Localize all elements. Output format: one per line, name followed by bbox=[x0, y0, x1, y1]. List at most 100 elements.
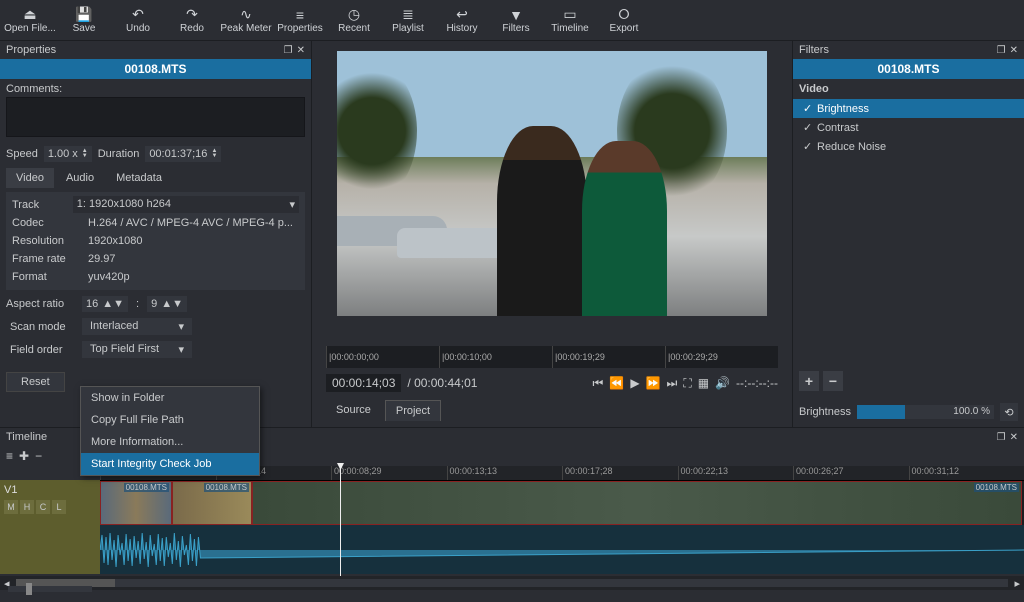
scroll-right-icon[interactable]: ▸ bbox=[1014, 577, 1020, 590]
properties-close-icon[interactable]: ✕ bbox=[297, 45, 305, 56]
redo-button[interactable]: ↷Redo bbox=[166, 3, 218, 37]
track-header[interactable]: V1 MHCL bbox=[0, 480, 100, 574]
chevron-down-icon: ▾ bbox=[178, 343, 184, 356]
brightness-slider[interactable]: 100.0 % bbox=[857, 405, 994, 419]
preview-ruler[interactable]: |00:00:00;00|00:00:10;00|00:00:19;29|00:… bbox=[326, 346, 778, 368]
comments-input[interactable] bbox=[6, 97, 305, 137]
field-label: Field order bbox=[6, 344, 76, 356]
track-l-button[interactable]: L bbox=[52, 500, 66, 514]
filters-header: Filters ❐ ✕ bbox=[793, 41, 1024, 59]
aspect-label: Aspect ratio bbox=[6, 298, 76, 310]
speed-label: Speed bbox=[6, 148, 38, 160]
timecode-current[interactable]: 00:00:14;03 bbox=[326, 374, 401, 392]
src-tab-source[interactable]: Source bbox=[326, 400, 381, 421]
tab-metadata[interactable]: Metadata bbox=[106, 168, 172, 188]
filter-item-reduce-noise[interactable]: ✓Reduce Noise bbox=[793, 137, 1024, 156]
track-h-button[interactable]: H bbox=[20, 500, 34, 514]
timecode-inout: --:--:--:-- bbox=[736, 376, 778, 390]
checkbox-icon[interactable]: ✓ bbox=[803, 102, 813, 115]
open-file--button[interactable]: ⏏Open File... bbox=[4, 3, 56, 37]
properties-button[interactable]: ≡Properties bbox=[274, 3, 326, 37]
brightness-value: 100.0 % bbox=[953, 405, 990, 419]
timeline-menu-button[interactable]: ≡ bbox=[6, 449, 13, 463]
track-name: V1 bbox=[4, 484, 96, 496]
play-button[interactable]: ▶ bbox=[630, 376, 639, 391]
timeline-remove-button[interactable]: − bbox=[35, 449, 42, 463]
tab-video[interactable]: Video bbox=[6, 168, 54, 188]
main-toolbar: ⏏Open File...💾Save↶Undo↷Redo∿Peak Meter≡… bbox=[0, 0, 1024, 41]
timecode-total: / 00:00:44;01 bbox=[407, 376, 477, 390]
undo-button[interactable]: ↶Undo bbox=[112, 3, 164, 37]
filter-item-brightness[interactable]: ✓Brightness bbox=[793, 99, 1024, 118]
volume-icon[interactable]: 🔊 bbox=[715, 376, 730, 391]
fast-fwd-button[interactable]: ⏩ bbox=[646, 376, 661, 391]
recent-button[interactable]: ◷Recent bbox=[328, 3, 380, 37]
brightness-reset-button[interactable]: ⟲ bbox=[1000, 403, 1018, 421]
video-preview[interactable] bbox=[312, 41, 792, 338]
properties-undock-icon[interactable]: ❐ bbox=[284, 45, 293, 56]
filter-item-contrast[interactable]: ✓Contrast bbox=[793, 118, 1024, 137]
peak-meter-button[interactable]: ∿Peak Meter bbox=[220, 3, 272, 37]
filters-undock-icon[interactable]: ❐ bbox=[997, 45, 1006, 56]
src-tab-project[interactable]: Project bbox=[385, 400, 441, 421]
timeline-close-icon[interactable]: ✕ bbox=[1010, 432, 1018, 443]
speed-stepper[interactable]: 1.00 x ▲▼ bbox=[44, 146, 92, 162]
track-body[interactable]: 00108.MTS 00108.MTS 00108.MTS bbox=[100, 480, 1024, 574]
timeline-clip[interactable]: 00108.MTS bbox=[172, 481, 252, 525]
duration-stepper[interactable]: 00:01:37;16 ▲▼ bbox=[145, 146, 221, 162]
ctx-more-information-[interactable]: More Information... bbox=[81, 431, 259, 453]
scan-label: Scan mode bbox=[6, 321, 76, 333]
filter-list: ✓Brightness✓Contrast✓Reduce Noise bbox=[793, 99, 1024, 156]
zoom-icon[interactable]: ⛶ bbox=[683, 376, 691, 391]
comments-label: Comments: bbox=[6, 83, 305, 95]
timeline-clip[interactable]: 00108.MTS bbox=[100, 481, 172, 525]
filters-button[interactable]: ▼Filters bbox=[490, 3, 542, 37]
context-menu: Show in FolderCopy Full File PathMore In… bbox=[80, 386, 260, 476]
reset-button[interactable]: Reset bbox=[6, 372, 65, 392]
aspect-h-stepper[interactable]: 9▲▼ bbox=[147, 296, 187, 312]
properties-header: Properties ❐ ✕ bbox=[0, 41, 311, 59]
filters-file-bar: 00108.MTS bbox=[793, 59, 1024, 79]
grid-icon[interactable]: ▦ bbox=[698, 376, 709, 391]
filters-section: Video bbox=[793, 79, 1024, 99]
scan-mode-select[interactable]: Interlaced▾ bbox=[82, 318, 192, 335]
properties-tabs: VideoAudioMetadata bbox=[6, 168, 305, 188]
zoom-slider[interactable] bbox=[8, 586, 92, 592]
filters-close-icon[interactable]: ✕ bbox=[1010, 45, 1018, 56]
duration-label: Duration bbox=[98, 148, 140, 160]
skip-next-button[interactable]: ⏭ bbox=[667, 376, 678, 391]
filters-title: Filters bbox=[799, 44, 997, 56]
ctx-start-integrity-check-job[interactable]: Start Integrity Check Job bbox=[81, 453, 259, 475]
ctx-copy-full-file-path[interactable]: Copy Full File Path bbox=[81, 409, 259, 431]
export-button[interactable]: ⭘Export bbox=[598, 3, 650, 37]
timeline-undock-icon[interactable]: ❐ bbox=[997, 432, 1006, 443]
save-button[interactable]: 💾Save bbox=[58, 3, 110, 37]
skip-prev-button[interactable]: ⏮ bbox=[593, 376, 604, 391]
playhead[interactable] bbox=[340, 466, 341, 576]
history-button[interactable]: ↩History bbox=[436, 3, 488, 37]
filter-param-label: Brightness bbox=[799, 406, 851, 418]
chevron-down-icon: ▾ bbox=[289, 198, 295, 211]
properties-file-bar: 00108.MTS bbox=[0, 59, 311, 79]
properties-title: Properties bbox=[6, 44, 284, 56]
playlist-button[interactable]: ≣Playlist bbox=[382, 3, 434, 37]
timeline-scrollbar[interactable]: ◂ ▸ bbox=[0, 576, 1024, 590]
track-select[interactable]: 1: 1920x1080 h264▾ bbox=[73, 196, 299, 213]
aspect-w-stepper[interactable]: 16▲▼ bbox=[82, 296, 128, 312]
track-c-button[interactable]: C bbox=[36, 500, 50, 514]
checkbox-icon[interactable]: ✓ bbox=[803, 121, 813, 134]
timeline-clip[interactable]: 00108.MTS bbox=[252, 481, 1022, 525]
remove-filter-button[interactable]: − bbox=[823, 371, 843, 391]
add-filter-button[interactable]: + bbox=[799, 371, 819, 391]
timeline-add-button[interactable]: ✚ bbox=[19, 449, 29, 463]
timeline-button[interactable]: ▭Timeline bbox=[544, 3, 596, 37]
track-label: Track bbox=[12, 199, 67, 211]
chevron-down-icon: ▾ bbox=[178, 320, 184, 333]
field-order-select[interactable]: Top Field First▾ bbox=[82, 341, 192, 358]
track-m-button[interactable]: M bbox=[4, 500, 18, 514]
rewind-button[interactable]: ⏪ bbox=[609, 376, 624, 391]
source-tabs: SourceProject bbox=[312, 398, 792, 427]
ctx-show-in-folder[interactable]: Show in Folder bbox=[81, 387, 259, 409]
tab-audio[interactable]: Audio bbox=[56, 168, 104, 188]
checkbox-icon[interactable]: ✓ bbox=[803, 140, 813, 153]
